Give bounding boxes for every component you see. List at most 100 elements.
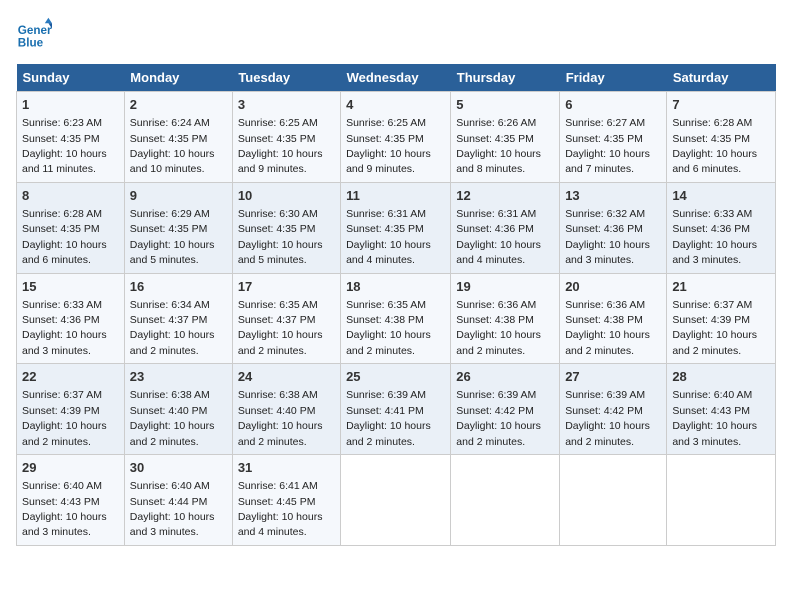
day-number: 20 bbox=[565, 278, 661, 296]
day-info: Sunrise: 6:27 AMSunset: 4:35 PMDaylight:… bbox=[565, 117, 650, 175]
day-info: Sunrise: 6:40 AMSunset: 4:43 PMDaylight:… bbox=[672, 389, 757, 447]
calendar-cell: 2Sunrise: 6:24 AMSunset: 4:35 PMDaylight… bbox=[124, 92, 232, 183]
day-info: Sunrise: 6:33 AMSunset: 4:36 PMDaylight:… bbox=[672, 208, 757, 266]
day-info: Sunrise: 6:41 AMSunset: 4:45 PMDaylight:… bbox=[238, 480, 323, 538]
day-number: 1 bbox=[22, 96, 119, 114]
header-thursday: Thursday bbox=[451, 64, 560, 92]
calendar-week-row: 15 Sunrise: 6:33 AMSunset: 4:36 PMDayligh… bbox=[17, 273, 776, 364]
calendar-cell: 24 Sunrise: 6:38 AMSunset: 4:40 PMDayligh… bbox=[232, 364, 340, 455]
day-info: Sunrise: 6:33 AMSunset: 4:36 PMDaylight:… bbox=[22, 299, 107, 357]
day-number: 2 bbox=[130, 96, 227, 114]
day-number: 15 bbox=[22, 278, 119, 296]
calendar-cell: 29 Sunrise: 6:40 AMSunset: 4:43 PMDayligh… bbox=[17, 455, 125, 546]
day-info: Sunrise: 6:36 AMSunset: 4:38 PMDaylight:… bbox=[565, 299, 650, 357]
day-number: 16 bbox=[130, 278, 227, 296]
day-info: Sunrise: 6:37 AMSunset: 4:39 PMDaylight:… bbox=[672, 299, 757, 357]
calendar-cell: 22 Sunrise: 6:37 AMSunset: 4:39 PMDayligh… bbox=[17, 364, 125, 455]
day-number: 19 bbox=[456, 278, 554, 296]
logo: General Blue bbox=[16, 16, 56, 52]
calendar-cell: 14 Sunrise: 6:33 AMSunset: 4:36 PMDayligh… bbox=[667, 182, 776, 273]
calendar-cell: 18 Sunrise: 6:35 AMSunset: 4:38 PMDayligh… bbox=[341, 273, 451, 364]
calendar-table: SundayMondayTuesdayWednesdayThursdayFrid… bbox=[16, 64, 776, 546]
page-header: General Blue bbox=[16, 16, 776, 52]
day-info: Sunrise: 6:37 AMSunset: 4:39 PMDaylight:… bbox=[22, 389, 107, 447]
day-number: 10 bbox=[238, 187, 335, 205]
calendar-cell: 31 Sunrise: 6:41 AMSunset: 4:45 PMDayligh… bbox=[232, 455, 340, 546]
calendar-cell: 12Sunrise: 6:31 AMSunset: 4:36 PMDayligh… bbox=[451, 182, 560, 273]
calendar-cell: 16 Sunrise: 6:34 AMSunset: 4:37 PMDayligh… bbox=[124, 273, 232, 364]
calendar-header-row: SundayMondayTuesdayWednesdayThursdayFrid… bbox=[17, 64, 776, 92]
day-info: Sunrise: 6:25 AMSunset: 4:35 PMDaylight:… bbox=[238, 117, 323, 175]
day-info: Sunrise: 6:39 AMSunset: 4:42 PMDaylight:… bbox=[565, 389, 650, 447]
day-info: Sunrise: 6:38 AMSunset: 4:40 PMDaylight:… bbox=[130, 389, 215, 447]
day-info: Sunrise: 6:40 AMSunset: 4:44 PMDaylight:… bbox=[130, 480, 215, 538]
day-number: 17 bbox=[238, 278, 335, 296]
day-number: 23 bbox=[130, 368, 227, 386]
calendar-cell: 6 Sunrise: 6:27 AMSunset: 4:35 PMDaylight… bbox=[560, 92, 667, 183]
calendar-cell: 19Sunrise: 6:36 AMSunset: 4:38 PMDayligh… bbox=[451, 273, 560, 364]
calendar-cell: 10Sunrise: 6:30 AMSunset: 4:35 PMDayligh… bbox=[232, 182, 340, 273]
day-info: Sunrise: 6:40 AMSunset: 4:43 PMDaylight:… bbox=[22, 480, 107, 538]
day-number: 27 bbox=[565, 368, 661, 386]
day-number: 6 bbox=[565, 96, 661, 114]
calendar-week-row: 1 Sunrise: 6:23 AMSunset: 4:35 PMDaylight… bbox=[17, 92, 776, 183]
calendar-cell: 20 Sunrise: 6:36 AMSunset: 4:38 PMDayligh… bbox=[560, 273, 667, 364]
day-number: 26 bbox=[456, 368, 554, 386]
header-tuesday: Tuesday bbox=[232, 64, 340, 92]
day-number: 13 bbox=[565, 187, 661, 205]
day-number: 7 bbox=[672, 96, 770, 114]
calendar-cell: 13Sunrise: 6:32 AMSunset: 4:36 PMDayligh… bbox=[560, 182, 667, 273]
calendar-cell: 26 Sunrise: 6:39 AMSunset: 4:42 PMDayligh… bbox=[451, 364, 560, 455]
day-number: 25 bbox=[346, 368, 445, 386]
day-info: Sunrise: 6:38 AMSunset: 4:40 PMDaylight:… bbox=[238, 389, 323, 447]
calendar-week-row: 29 Sunrise: 6:40 AMSunset: 4:43 PMDayligh… bbox=[17, 455, 776, 546]
day-info: Sunrise: 6:28 AMSunset: 4:35 PMDaylight:… bbox=[22, 208, 107, 266]
calendar-cell: 15 Sunrise: 6:33 AMSunset: 4:36 PMDayligh… bbox=[17, 273, 125, 364]
calendar-cell: 3Sunrise: 6:25 AMSunset: 4:35 PMDaylight… bbox=[232, 92, 340, 183]
header-monday: Monday bbox=[124, 64, 232, 92]
day-number: 12 bbox=[456, 187, 554, 205]
calendar-cell: 1 Sunrise: 6:23 AMSunset: 4:35 PMDaylight… bbox=[17, 92, 125, 183]
logo-icon: General Blue bbox=[16, 16, 52, 52]
header-saturday: Saturday bbox=[667, 64, 776, 92]
day-number: 9 bbox=[130, 187, 227, 205]
day-info: Sunrise: 6:34 AMSunset: 4:37 PMDaylight:… bbox=[130, 299, 215, 357]
day-info: Sunrise: 6:26 AMSunset: 4:35 PMDaylight:… bbox=[456, 117, 541, 175]
day-number: 14 bbox=[672, 187, 770, 205]
day-number: 30 bbox=[130, 459, 227, 477]
day-info: Sunrise: 6:35 AMSunset: 4:38 PMDaylight:… bbox=[346, 299, 431, 357]
calendar-cell: 28 Sunrise: 6:40 AMSunset: 4:43 PMDayligh… bbox=[667, 364, 776, 455]
calendar-cell: 17 Sunrise: 6:35 AMSunset: 4:37 PMDayligh… bbox=[232, 273, 340, 364]
day-number: 21 bbox=[672, 278, 770, 296]
calendar-cell: 27 Sunrise: 6:39 AMSunset: 4:42 PMDayligh… bbox=[560, 364, 667, 455]
day-info: Sunrise: 6:39 AMSunset: 4:41 PMDaylight:… bbox=[346, 389, 431, 447]
day-number: 29 bbox=[22, 459, 119, 477]
day-number: 4 bbox=[346, 96, 445, 114]
day-number: 31 bbox=[238, 459, 335, 477]
header-sunday: Sunday bbox=[17, 64, 125, 92]
calendar-cell: 9 Sunrise: 6:29 AMSunset: 4:35 PMDaylight… bbox=[124, 182, 232, 273]
day-info: Sunrise: 6:23 AMSunset: 4:35 PMDaylight:… bbox=[22, 117, 107, 175]
calendar-cell: 5 Sunrise: 6:26 AMSunset: 4:35 PMDaylight… bbox=[451, 92, 560, 183]
calendar-week-row: 8 Sunrise: 6:28 AMSunset: 4:35 PMDaylight… bbox=[17, 182, 776, 273]
day-info: Sunrise: 6:28 AMSunset: 4:35 PMDaylight:… bbox=[672, 117, 757, 175]
calendar-cell bbox=[667, 455, 776, 546]
day-number: 28 bbox=[672, 368, 770, 386]
day-number: 5 bbox=[456, 96, 554, 114]
calendar-cell: 4Sunrise: 6:25 AMSunset: 4:35 PMDaylight… bbox=[341, 92, 451, 183]
calendar-cell: 23 Sunrise: 6:38 AMSunset: 4:40 PMDayligh… bbox=[124, 364, 232, 455]
header-wednesday: Wednesday bbox=[341, 64, 451, 92]
calendar-cell bbox=[451, 455, 560, 546]
day-number: 22 bbox=[22, 368, 119, 386]
calendar-cell: 30 Sunrise: 6:40 AMSunset: 4:44 PMDayligh… bbox=[124, 455, 232, 546]
day-number: 11 bbox=[346, 187, 445, 205]
calendar-week-row: 22 Sunrise: 6:37 AMSunset: 4:39 PMDayligh… bbox=[17, 364, 776, 455]
day-number: 8 bbox=[22, 187, 119, 205]
day-number: 24 bbox=[238, 368, 335, 386]
day-info: Sunrise: 6:35 AMSunset: 4:37 PMDaylight:… bbox=[238, 299, 323, 357]
day-info: Sunrise: 6:39 AMSunset: 4:42 PMDaylight:… bbox=[456, 389, 541, 447]
day-info: Sunrise: 6:29 AMSunset: 4:35 PMDaylight:… bbox=[130, 208, 215, 266]
day-number: 18 bbox=[346, 278, 445, 296]
day-info: Sunrise: 6:31 AMSunset: 4:35 PMDaylight:… bbox=[346, 208, 431, 266]
calendar-cell: 21 Sunrise: 6:37 AMSunset: 4:39 PMDayligh… bbox=[667, 273, 776, 364]
